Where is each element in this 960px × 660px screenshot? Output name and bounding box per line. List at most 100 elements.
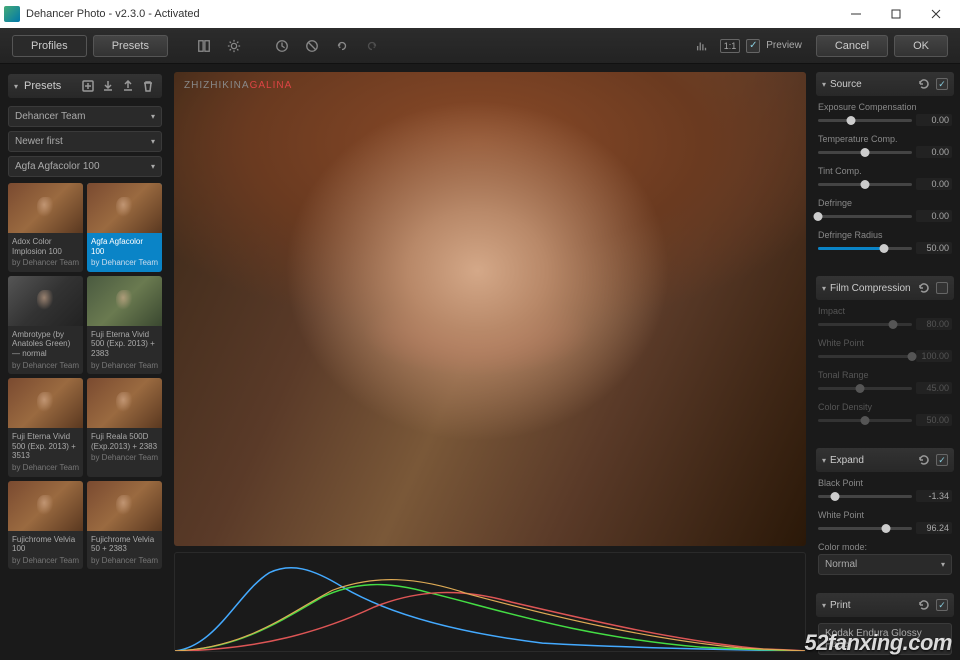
control-value[interactable]: 50.00	[916, 414, 952, 426]
compare-icon[interactable]	[192, 34, 216, 58]
reset-icon[interactable]	[916, 280, 932, 296]
reset-icon[interactable]	[916, 597, 932, 613]
filter-dropdown-0[interactable]: Dehancer Team▾	[8, 106, 162, 127]
preset-item-0[interactable]: Adox Color Implosion 100 by Dehancer Tea…	[8, 183, 83, 272]
control-label: Tonal Range	[818, 370, 952, 380]
slider[interactable]	[818, 495, 912, 498]
close-button[interactable]	[916, 0, 956, 28]
control-value[interactable]: 50.00	[916, 242, 952, 254]
slider	[818, 419, 912, 422]
preview-checkbox[interactable]	[746, 39, 760, 53]
slider[interactable]	[818, 527, 912, 530]
control-film compression-3: Color Density 50.00	[818, 402, 952, 426]
image-viewport[interactable]: ZHIZHIKINAGALINA	[174, 72, 806, 546]
preset-name: Agfa Agfacolor 100	[91, 237, 158, 256]
section-header[interactable]: ▾ Film Compression	[816, 276, 954, 300]
preset-thumbnail	[8, 481, 83, 531]
slider[interactable]	[818, 119, 912, 122]
preset-author: by Dehancer Team	[12, 556, 79, 566]
profiles-tab[interactable]: Profiles	[12, 35, 87, 57]
maximize-button[interactable]	[876, 0, 916, 28]
preset-name: Adox Color Implosion 100	[12, 237, 79, 256]
color-mode-dropdown[interactable]: Normal▾	[818, 554, 952, 575]
delete-icon[interactable]	[140, 78, 156, 94]
section-toggle[interactable]	[936, 454, 948, 466]
control-value[interactable]: -1.34	[916, 490, 952, 502]
section-header[interactable]: ▾ Source	[816, 72, 954, 96]
control-value[interactable]: 80.00	[916, 318, 952, 330]
filter-dropdown-2[interactable]: Agfa Agfacolor 100▾	[8, 156, 162, 177]
preset-author: by Dehancer Team	[12, 258, 79, 268]
undo-icon[interactable]	[330, 34, 354, 58]
export-icon[interactable]	[120, 78, 136, 94]
section-header[interactable]: ▾ Print	[816, 593, 954, 617]
section-expand: ▾ Expand Black Point -1.34 White Point 9…	[816, 448, 954, 585]
preset-name: Fujichrome Velvia 100	[12, 535, 79, 554]
slider[interactable]	[818, 151, 912, 154]
control-label: Tint Comp.	[818, 166, 952, 176]
gear-icon[interactable]	[222, 34, 246, 58]
control-label: Defringe Radius	[818, 230, 952, 240]
section-toggle[interactable]	[936, 78, 948, 90]
filter-dropdown-1[interactable]: Newer first▾	[8, 131, 162, 152]
redo-icon[interactable]	[360, 34, 384, 58]
preset-name: Fuji Eterna Vivid 500 (Exp. 2013) + 3513	[12, 432, 79, 461]
histogram-panel[interactable]	[174, 552, 806, 652]
chevron-down-icon: ▾	[151, 112, 155, 121]
preset-item-4[interactable]: Fuji Eterna Vivid 500 (Exp. 2013) + 3513…	[8, 378, 83, 476]
control-value[interactable]: 45.00	[916, 382, 952, 394]
ok-button[interactable]: OK	[894, 35, 948, 57]
control-source-1: Temperature Comp. 0.00	[818, 134, 952, 158]
color-mode-label: Color mode:	[818, 542, 952, 552]
print-paper-dropdown[interactable]: Kodak Endura Glossy Paper▾	[818, 623, 952, 655]
reset-icon[interactable]	[916, 452, 932, 468]
preset-item-1[interactable]: Agfa Agfacolor 100 by Dehancer Team	[87, 183, 162, 272]
photo-credit: ZHIZHIKINAGALINA	[184, 80, 292, 91]
import-icon[interactable]	[100, 78, 116, 94]
preset-item-5[interactable]: Fuji Reala 500D (Exp.2013) + 2383 by Deh…	[87, 378, 162, 476]
preset-item-3[interactable]: Fuji Eterna Vivid 500 (Exp. 2013) + 2383…	[87, 276, 162, 374]
control-value[interactable]: 100.00	[916, 350, 952, 362]
presets-tab[interactable]: Presets	[93, 35, 168, 57]
preset-author: by Dehancer Team	[91, 453, 158, 463]
preset-author: by Dehancer Team	[12, 463, 79, 473]
control-value[interactable]: 0.00	[916, 178, 952, 190]
preset-thumbnail	[87, 481, 162, 531]
histogram-icon[interactable]	[690, 34, 714, 58]
control-source-4: Defringe Radius 50.00	[818, 230, 952, 254]
section-toggle[interactable]	[936, 282, 948, 294]
add-preset-icon[interactable]	[80, 78, 96, 94]
control-value[interactable]: 0.00	[916, 146, 952, 158]
section-header[interactable]: ▾ Expand	[816, 448, 954, 472]
window-title: Dehancer Photo - v2.3.0 - Activated	[26, 8, 836, 20]
slider	[818, 323, 912, 326]
preset-name: Fuji Eterna Vivid 500 (Exp. 2013) + 2383	[91, 330, 158, 359]
control-value[interactable]: 96.24	[916, 522, 952, 534]
reset-icon[interactable]	[916, 76, 932, 92]
cancel-button[interactable]: Cancel	[816, 35, 888, 57]
section-title: Film Compression	[830, 283, 912, 294]
disable-icon[interactable]	[300, 34, 324, 58]
slider[interactable]	[818, 183, 912, 186]
control-expand-0: Black Point -1.34	[818, 478, 952, 502]
preset-thumbnail	[8, 378, 83, 428]
presets-panel-header[interactable]: ▾ Presets	[8, 74, 162, 98]
preset-item-2[interactable]: Ambrotype (by Anatoles Green) — normal b…	[8, 276, 83, 374]
section-toggle[interactable]	[936, 599, 948, 611]
minimize-button[interactable]	[836, 0, 876, 28]
section-film compression: ▾ Film Compression Impact 80.00 White Po…	[816, 276, 954, 440]
adjustments-panel: ▾ Source Exposure Compensation 0.00 Temp…	[810, 64, 960, 660]
slider[interactable]	[818, 247, 912, 250]
control-label: Color Density	[818, 402, 952, 412]
preset-item-7[interactable]: Fujichrome Velvia 50 + 2383 by Dehancer …	[87, 481, 162, 570]
preset-item-6[interactable]: Fujichrome Velvia 100 by Dehancer Team	[8, 481, 83, 570]
control-label: Impact	[818, 306, 952, 316]
control-value[interactable]: 0.00	[916, 210, 952, 222]
zoom-ratio[interactable]: 1:1	[720, 39, 741, 53]
collapse-caret-icon: ▾	[822, 80, 826, 89]
slider[interactable]	[818, 215, 912, 218]
history-icon[interactable]	[270, 34, 294, 58]
preset-name: Ambrotype (by Anatoles Green) — normal	[12, 330, 79, 359]
control-value[interactable]: 0.00	[916, 114, 952, 126]
slider	[818, 355, 912, 358]
